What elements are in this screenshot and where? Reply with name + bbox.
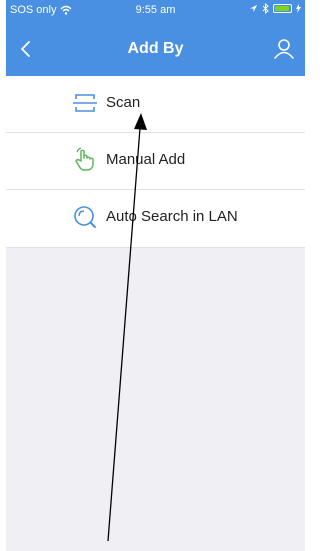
add-method-list: Scan Manual Add Auto Search in LAN (6, 76, 305, 248)
location-icon (249, 4, 258, 13)
scan-icon (73, 94, 97, 112)
user-icon[interactable] (273, 37, 295, 61)
app-screen: SOS only 9:55 am Add By Scan Manual Add … (6, 0, 305, 551)
menu-item-manual-add[interactable]: Manual Add (6, 133, 305, 190)
bluetooth-icon (262, 3, 269, 14)
nav-bar: Add By (6, 22, 305, 76)
search-icon (74, 206, 96, 228)
charging-icon (296, 4, 301, 13)
battery-icon (273, 4, 292, 13)
status-bar: SOS only 9:55 am (6, 0, 305, 22)
menu-item-label: Manual Add (106, 151, 186, 168)
menu-item-label: Auto Search in LAN (106, 208, 238, 225)
menu-item-scan[interactable]: Scan (6, 76, 305, 133)
page-title: Add By (127, 40, 184, 57)
status-right (249, 3, 301, 14)
hand-pointer-icon (75, 147, 94, 171)
app-header: SOS only 9:55 am Add By (6, 0, 305, 76)
menu-item-label: Scan (106, 94, 141, 111)
menu-item-auto-search-lan[interactable]: Auto Search in LAN (6, 190, 305, 248)
